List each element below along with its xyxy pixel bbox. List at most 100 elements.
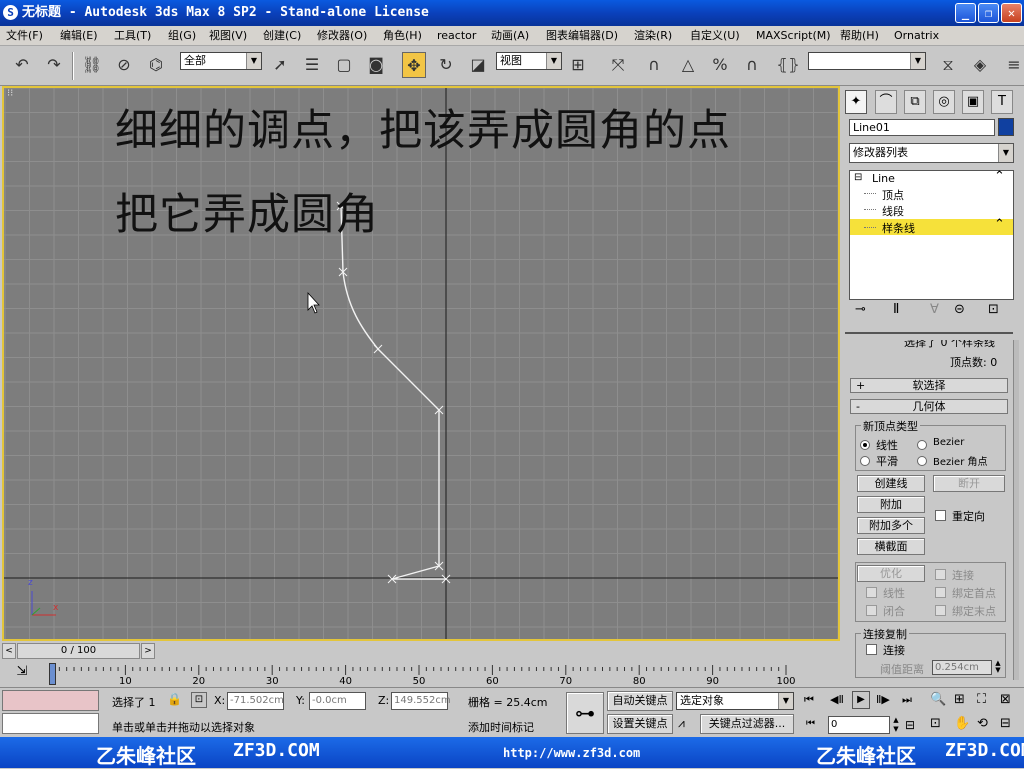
align-icon[interactable]: ◈ (968, 52, 992, 78)
modifier-list-dropdown[interactable]: 修改器列表 ▼ (849, 143, 1014, 163)
key-icon[interactable]: ⊶ (566, 692, 604, 734)
close-button[interactable]: ✕ (1001, 3, 1022, 23)
window-crossing-icon[interactable]: ◙ (364, 52, 388, 78)
lock-icon[interactable]: 🔒 (167, 692, 182, 706)
create-line-button[interactable]: 创建线 (857, 475, 925, 492)
configure-sets-icon[interactable]: ⊡ (988, 302, 999, 317)
radio-bezier[interactable] (917, 440, 927, 450)
menu-tools[interactable]: 工具(T) (114, 26, 151, 46)
display-tab-icon[interactable]: ▣ (962, 90, 984, 114)
radio-smooth[interactable] (860, 456, 870, 466)
collapse-icon[interactable]: ⊟ (854, 172, 862, 183)
menu-ornatrix[interactable]: Ornatrix (894, 26, 939, 46)
select-and-rotate-icon[interactable]: ↻ (434, 52, 458, 78)
viewport-menu-icon[interactable]: ⁝⁝ (7, 88, 13, 99)
select-by-name-icon[interactable]: ☰ (300, 52, 324, 78)
zoom-all-icon[interactable]: ⊞ (954, 692, 965, 707)
current-frame-field[interactable]: 0 (828, 716, 890, 734)
threshold-spinner[interactable]: ▲ ▼ (993, 660, 1003, 675)
geometry-rollout[interactable]: - 几何体 (850, 399, 1008, 414)
menu-file[interactable]: 文件(F) (6, 26, 43, 46)
key-mode-toggle-icon[interactable]: ⏮ (806, 718, 815, 729)
select-and-scale-icon[interactable]: ◪ (466, 52, 490, 78)
maxscript-listener-mini[interactable] (2, 690, 99, 711)
absolute-mode-icon[interactable]: ⊡ (191, 692, 207, 708)
previous-frame-icon[interactable]: ◀Ⅱ (830, 693, 844, 706)
set-key-button[interactable]: 设置关键点 (607, 714, 673, 734)
soft-selection-rollout[interactable]: + 软选择 (850, 378, 1008, 393)
chevron-right-icon[interactable]: > (141, 643, 155, 659)
select-object-icon[interactable]: ➚ (268, 52, 292, 78)
perspective-viewport[interactable]: ⁝⁝ 细细的调点，把该弄成圆角的点 把它弄成圆角 z x (2, 86, 840, 641)
menu-views[interactable]: 视图(V) (209, 26, 247, 46)
linear-checkbox[interactable] (866, 587, 877, 598)
track-bar[interactable]: ⇲ 0102030405060708090100 (0, 661, 842, 687)
object-name-field[interactable]: Line01 (849, 119, 995, 136)
minimize-button[interactable]: _ (955, 3, 976, 23)
restore-button[interactable]: ❐ (978, 3, 999, 23)
angle-snap-icon[interactable]: △ (676, 52, 700, 78)
mirror-icon[interactable]: ⧖ (936, 52, 960, 78)
show-end-result-icon[interactable]: Ⅱ (893, 302, 899, 317)
attach-multiple-button[interactable]: 附加多个 (857, 517, 925, 534)
select-link-icon[interactable]: ⛓ (80, 52, 104, 78)
stack-item-spline[interactable]: 样条线 (882, 220, 915, 236)
y-coord-field[interactable]: -0.0cm (309, 692, 366, 710)
bind-first-checkbox[interactable] (935, 587, 946, 598)
edit-named-selection-icon[interactable]: ⦃⦄ (776, 52, 800, 78)
connect-copy-checkbox[interactable] (866, 644, 877, 655)
undo-icon[interactable]: ↶ (10, 52, 34, 78)
auto-key-button[interactable]: 自动关键点 (607, 691, 673, 711)
field-of-view-icon[interactable]: ⊡ (930, 716, 941, 731)
selection-filter-dropdown[interactable]: 全部 ▼ (180, 52, 262, 70)
menu-customize[interactable]: 自定义(U) (690, 26, 740, 46)
menu-create[interactable]: 创建(C) (263, 26, 301, 46)
go-to-end-icon[interactable]: ⏭ (902, 693, 912, 707)
bind-last-checkbox[interactable] (935, 605, 946, 616)
layer-manager-icon[interactable]: ≡ (1002, 52, 1024, 78)
menu-animation[interactable]: 动画(A) (491, 26, 529, 46)
frame-spinner[interactable]: ▲ ▼ (891, 716, 901, 734)
stack-item-line[interactable]: Line (872, 172, 895, 185)
radio-linear[interactable] (860, 440, 870, 450)
x-coord-field[interactable]: -71.502cm (227, 692, 284, 710)
hierarchy-tab-icon[interactable]: ⧉ (904, 90, 926, 114)
chevron-left-icon[interactable]: < (2, 643, 16, 659)
create-tab-icon[interactable]: ✦ (845, 90, 867, 114)
named-selection-sets-dropdown[interactable]: ▼ (808, 52, 926, 70)
rectangular-selection-icon[interactable]: ▢ (332, 52, 356, 78)
motion-tab-icon[interactable]: ◎ (933, 90, 955, 114)
menu-character[interactable]: 角色(H) (383, 26, 422, 46)
remove-modifier-icon[interactable]: ⊝ (954, 302, 965, 317)
cross-section-button[interactable]: 横截面 (857, 538, 925, 555)
make-unique-icon[interactable]: ∀ (930, 302, 939, 317)
select-manipulate-icon[interactable]: ⤧ (606, 52, 630, 78)
menu-maxscript[interactable]: MAXScript(M) (756, 26, 831, 46)
zoom-icon[interactable]: 🔍 (930, 692, 946, 707)
utilities-tab-icon[interactable]: T (991, 90, 1013, 114)
menu-reactor[interactable]: reactor (437, 26, 476, 46)
refine-button[interactable]: 优化 (857, 565, 925, 582)
go-to-start-icon[interactable]: ⏮ (804, 693, 814, 707)
select-and-move-icon[interactable]: ✥ (402, 52, 426, 78)
menu-modifiers[interactable]: 修改器(O) (317, 26, 367, 46)
connect-refine-checkbox[interactable] (935, 569, 946, 580)
line01-spline[interactable] (340, 205, 446, 580)
threshold-field[interactable]: 0.254cm (932, 660, 992, 675)
zoom-extents-icon[interactable]: ⛶ (977, 692, 986, 707)
stack-item-vertex[interactable]: 顶点 (882, 187, 904, 203)
open-mini-curve-editor-icon[interactable]: ⇲ (12, 664, 32, 682)
z-coord-field[interactable]: 149.552cm (391, 692, 451, 710)
spinner-snap-icon[interactable]: ∩ (740, 52, 764, 78)
key-mode-dropdown[interactable]: 选定对象 ▼ (676, 692, 794, 710)
next-frame-icon[interactable]: Ⅱ▶ (876, 693, 890, 706)
redo-icon[interactable]: ↷ (42, 52, 66, 78)
pin-stack-icon[interactable]: ⊸ (855, 302, 866, 317)
percent-snap-icon[interactable]: % (708, 52, 732, 78)
break-button[interactable]: 断开 (933, 475, 1005, 492)
radio-bezier-corner[interactable] (917, 456, 927, 466)
menu-edit[interactable]: 编辑(E) (60, 26, 98, 46)
stack-item-segment[interactable]: 线段 (882, 203, 904, 219)
object-color-swatch[interactable] (998, 118, 1014, 136)
snap-3d-icon[interactable]: ∩ (642, 52, 666, 78)
